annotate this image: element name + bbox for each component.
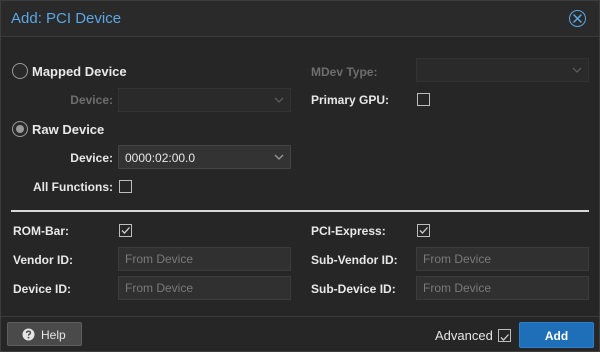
mdev-type-select[interactable] [416, 58, 589, 82]
sub-vendor-id-field[interactable] [416, 247, 589, 271]
help-button[interactable]: Help [7, 322, 82, 346]
raw-device-select[interactable]: 0000:02:00.0 [118, 145, 291, 169]
primary-gpu-label: Primary GPU: [311, 93, 390, 107]
vendor-id-input[interactable] [119, 248, 290, 270]
mapped-device-label[interactable]: Mapped Device [32, 64, 127, 79]
chevron-down-icon [274, 154, 284, 160]
advanced-checkbox[interactable] [498, 329, 511, 342]
help-label: Help [41, 328, 66, 342]
mapped-device-select[interactable] [118, 88, 291, 112]
check-icon [121, 227, 130, 234]
device-id-input[interactable] [119, 277, 290, 299]
close-icon[interactable] [569, 10, 586, 27]
device-id-label: Device ID: [13, 282, 72, 296]
all-functions-checkbox[interactable] [119, 180, 132, 193]
vendor-id-field[interactable] [118, 247, 291, 271]
mdev-type-label: MDev Type: [311, 65, 378, 79]
chevron-down-icon [572, 67, 582, 73]
pci-express-checkbox[interactable] [417, 224, 430, 237]
vendor-id-label: Vendor ID: [13, 253, 74, 267]
add-pci-device-dialog: Add: PCI Device Mapped Device Device: MD… [0, 0, 600, 352]
dialog-footer: Help Advanced Add [1, 316, 599, 351]
rom-bar-checkbox[interactable] [119, 224, 132, 237]
chevron-down-icon [274, 97, 284, 103]
sub-device-id-field[interactable] [416, 276, 589, 300]
raw-device-label[interactable]: Raw Device [32, 122, 104, 137]
rom-bar-label: ROM-Bar: [13, 224, 69, 238]
dialog-body: Mapped Device Device: MDev Type: Primary… [1, 38, 599, 316]
pci-express-label: PCI-Express: [311, 224, 386, 238]
dialog-titlebar: Add: PCI Device [1, 1, 599, 37]
add-button-label: Add [544, 329, 569, 343]
add-button[interactable]: Add [519, 322, 594, 348]
sub-device-id-input[interactable] [417, 277, 588, 299]
sub-vendor-id-label: Sub-Vendor ID: [311, 253, 398, 267]
sub-device-id-label: Sub-Device ID: [311, 282, 396, 296]
mapped-device-device-label: Device: [70, 93, 113, 107]
mapped-device-radio[interactable] [12, 63, 28, 79]
check-icon [500, 334, 509, 341]
primary-gpu-checkbox[interactable] [417, 93, 430, 106]
sub-vendor-id-input[interactable] [417, 248, 588, 270]
section-divider [11, 210, 589, 212]
dialog-title: Add: PCI Device [11, 10, 122, 27]
question-circle-icon [22, 328, 35, 341]
device-id-field[interactable] [118, 276, 291, 300]
raw-device-device-label: Device: [70, 151, 113, 165]
all-functions-label: All Functions: [33, 180, 113, 194]
advanced-label[interactable]: Advanced [435, 328, 493, 343]
raw-device-radio[interactable] [12, 121, 28, 137]
check-icon [419, 227, 428, 234]
